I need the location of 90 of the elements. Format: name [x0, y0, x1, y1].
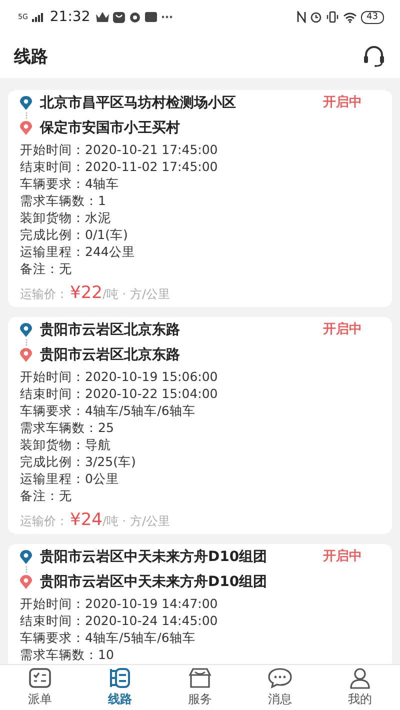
field-value: 3/25(车) — [85, 454, 136, 469]
origin-address: 贵阳市云岩区北京东路 — [40, 321, 181, 339]
field-value: 0/1(车) — [85, 227, 128, 242]
end-pin-icon — [20, 348, 32, 362]
checklist-icon — [28, 667, 52, 689]
price-label: 运输价： — [20, 286, 68, 303]
route-connector — [25, 566, 28, 573]
battery-indicator: 43 — [360, 10, 384, 24]
route-card[interactable]: 贵阳市云岩区中天未来方舟D10组团 开启中 贵阳市云岩区中天未来方舟D10组团 开始时间：2020-10-19 14:47:00 结束时间：2020-10-24 14:45:00 车辆要求：4轴车/5轴车/6轴车 需求车辆数：10 — [8, 544, 392, 664]
field-label: 开始时间： — [20, 596, 85, 611]
field-value: 2020-10-24 14:45:00 — [85, 613, 218, 628]
person-icon — [348, 667, 372, 689]
tab-item[interactable]: 派单 — [0, 665, 80, 710]
field-label: 结束时间： — [20, 386, 85, 401]
field-label: 车辆要求： — [20, 176, 85, 191]
field-value: 无 — [59, 488, 72, 503]
field-value: 0公里 — [85, 471, 119, 486]
wifi-icon — [342, 12, 357, 22]
field-value: 1 — [98, 193, 106, 208]
route-card[interactable]: 北京市昌平区马坊村检测场小区 开启中 保定市安国市小王买村 开始时间：2020-10-21 17:45:00 结束时间：2020-11-02 17:45:00 车辆要求：4轴车 需求车辆数：1 装卸货物：水泥 完成比例：0/1(车) 运输里程：244公里 备注：无 运输价：¥22/吨 · 方/公里 — [8, 90, 392, 307]
destination-address: 贵阳市云岩区中天未来方舟D10组团 — [40, 573, 268, 591]
origin-address: 贵阳市云岩区中天未来方舟D10组团 — [40, 548, 268, 566]
tab-item[interactable]: 我的 — [320, 665, 400, 710]
field-value: 2020-11-02 17:45:00 — [85, 159, 218, 174]
chat-icon — [267, 667, 293, 689]
start-pin-icon — [20, 550, 32, 564]
field-value: 4轴车 — [85, 176, 119, 191]
field-label: 装卸货物： — [20, 437, 85, 452]
price-unit: /吨 · 方/公里 — [102, 513, 170, 530]
field-value: 25 — [98, 420, 114, 435]
box-icon — [187, 667, 213, 689]
price-label: 运输价： — [20, 513, 68, 530]
field-label: 运输里程： — [20, 244, 85, 259]
nfc-icon — [296, 11, 306, 23]
route-connector — [25, 339, 28, 346]
field-label: 结束时间： — [20, 613, 85, 628]
field-value: 导航 — [85, 437, 111, 452]
price-amount: ¥22 — [70, 283, 102, 303]
page-title: 线路 — [14, 46, 48, 68]
start-pin-icon — [20, 96, 32, 110]
tab-item[interactable]: 消息 — [240, 665, 320, 710]
start-pin-icon — [20, 323, 32, 337]
alarm-icon — [310, 11, 322, 23]
price-amount: ¥24 — [70, 510, 102, 530]
field-value: 2020-10-21 17:45:00 — [85, 142, 218, 157]
destination-address: 保定市安国市小王买村 — [40, 119, 181, 137]
field-label: 完成比例： — [20, 454, 85, 469]
field-label: 开始时间： — [20, 142, 85, 157]
status-label: 开启中 — [322, 320, 363, 339]
field-label: 开始时间： — [20, 369, 85, 384]
status-label: 开启中 — [322, 548, 363, 566]
app-icon — [145, 12, 158, 22]
field-label: 装卸货物： — [20, 210, 85, 225]
bag-icon — [113, 12, 126, 22]
field-value: 4轴车/5轴车/6轴车 — [85, 630, 196, 645]
field-value: 无 — [59, 261, 72, 276]
signal-icon — [32, 12, 44, 22]
field-label: 完成比例： — [20, 227, 85, 242]
field-value: 2020-10-22 15:04:00 — [85, 386, 218, 401]
field-value: 2020-10-19 15:06:00 — [85, 369, 218, 384]
field-label: 结束时间： — [20, 159, 85, 174]
field-value: 244公里 — [85, 244, 135, 259]
clock-time: 21:32 — [50, 9, 90, 25]
origin-address: 北京市昌平区马坊村检测场小区 — [40, 94, 237, 112]
status-label: 开启中 — [322, 94, 363, 112]
price-unit: /吨 · 方/公里 — [102, 286, 170, 303]
field-label: 需求车辆数： — [20, 420, 98, 435]
headset-icon[interactable] — [362, 45, 386, 67]
field-value: 4轴车/5轴车/6轴车 — [85, 403, 196, 418]
field-label: 车辆要求： — [20, 403, 85, 418]
vibrate-icon — [326, 11, 339, 23]
field-label: 需求车辆数： — [20, 193, 98, 208]
field-label: 备注： — [20, 488, 59, 503]
end-pin-icon — [20, 121, 32, 135]
field-label: 备注： — [20, 261, 59, 276]
field-label: 车辆要求： — [20, 630, 85, 645]
route-connector — [25, 112, 28, 119]
list-icon — [108, 667, 132, 689]
end-pin-icon — [20, 575, 32, 589]
field-value: 2020-10-19 14:47:00 — [85, 596, 218, 611]
field-value: 水泥 — [85, 210, 111, 225]
field-label: 运输里程： — [20, 471, 85, 486]
route-card[interactable]: 贵阳市云岩区北京东路 开启中 贵阳市云岩区北京东路 开始时间：2020-10-19 15:06:00 结束时间：2020-10-22 15:04:00 车辆要求：4轴车/5轴车/6轴车 需求车辆数：25 装卸货物：导航 完成比例：3/25(车) 运输里程：0公里 备注：无 运输价：¥24/吨 · 方/公里 — [8, 317, 392, 534]
destination-address: 贵阳市云岩区北京东路 — [40, 346, 181, 364]
field-label: 需求车辆数： — [20, 647, 98, 662]
more-icon — [161, 15, 174, 19]
tab-item[interactable]: 线路 — [80, 665, 160, 710]
crown-icon — [96, 12, 110, 22]
field-value: 10 — [98, 647, 114, 662]
tab-item[interactable]: 服务 — [160, 665, 240, 710]
